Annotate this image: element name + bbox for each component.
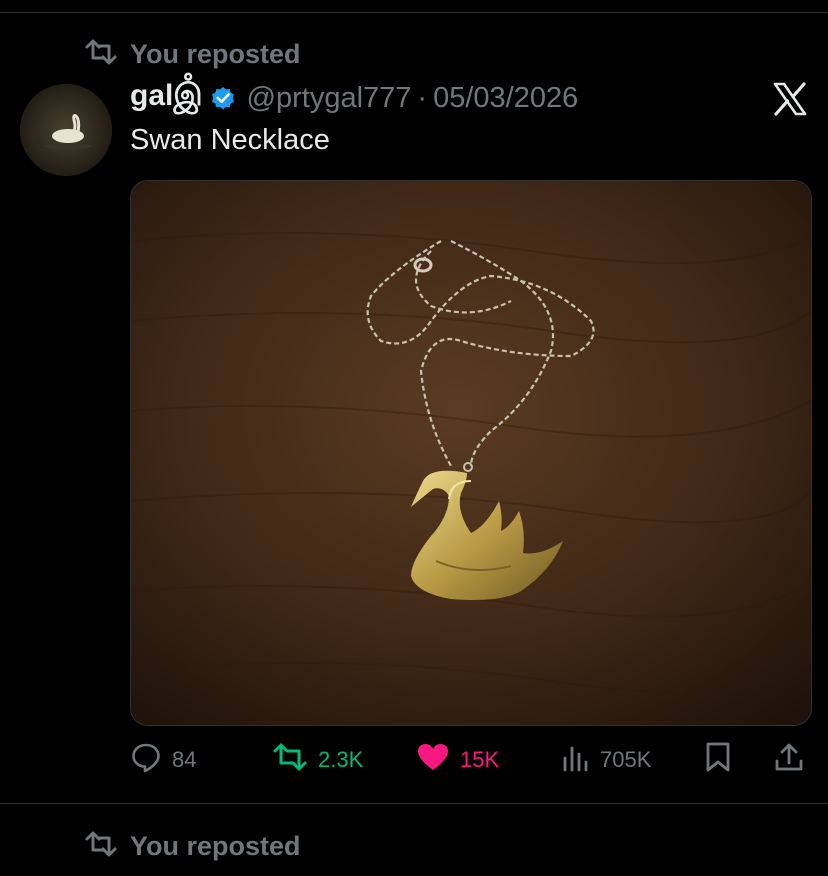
share-icon <box>774 741 804 779</box>
top-divider <box>0 12 828 13</box>
bookmark-icon <box>704 741 732 779</box>
repost-icon <box>84 830 118 863</box>
views-icon <box>562 742 590 778</box>
reply-button[interactable]: 84 <box>130 738 196 782</box>
author-name[interactable]: galஇஂ <box>130 79 203 117</box>
repost-indicator: You reposted <box>84 36 301 72</box>
like-icon <box>416 742 450 778</box>
views-count: 705K <box>600 747 652 772</box>
views-button[interactable]: 705K <box>562 738 651 782</box>
repost-icon <box>272 742 308 778</box>
separator: · <box>417 81 428 114</box>
repost-icon <box>84 38 118 71</box>
author-handle[interactable]: @prtygal777 <box>247 82 412 115</box>
bookmark-button[interactable] <box>704 738 732 782</box>
repost-count: 2.3K <box>318 747 364 772</box>
post-date[interactable]: 05/03/2026 <box>433 82 578 115</box>
next-repost-label: You reposted <box>130 830 301 861</box>
verified-badge-icon <box>209 84 237 112</box>
post-media-image[interactable] <box>130 180 812 726</box>
like-button[interactable]: 15K <box>416 738 499 782</box>
repost-label: You reposted <box>130 38 301 69</box>
next-repost-indicator: You reposted <box>84 828 301 864</box>
post-text: Swan Necklace <box>130 124 330 156</box>
reply-count: 84 <box>172 747 197 772</box>
x-logo-icon <box>772 82 808 116</box>
reply-icon <box>130 741 162 779</box>
post-divider <box>0 803 828 804</box>
action-bar: 84 2.3K 15K 705K <box>0 738 828 782</box>
repost-button[interactable]: 2.3K <box>272 738 363 782</box>
avatar[interactable] <box>20 84 112 176</box>
like-count: 15K <box>460 747 500 772</box>
post-header: galஇஂ @prtygal777 · 05/03/2026 <box>130 78 578 118</box>
share-button[interactable] <box>774 738 804 782</box>
